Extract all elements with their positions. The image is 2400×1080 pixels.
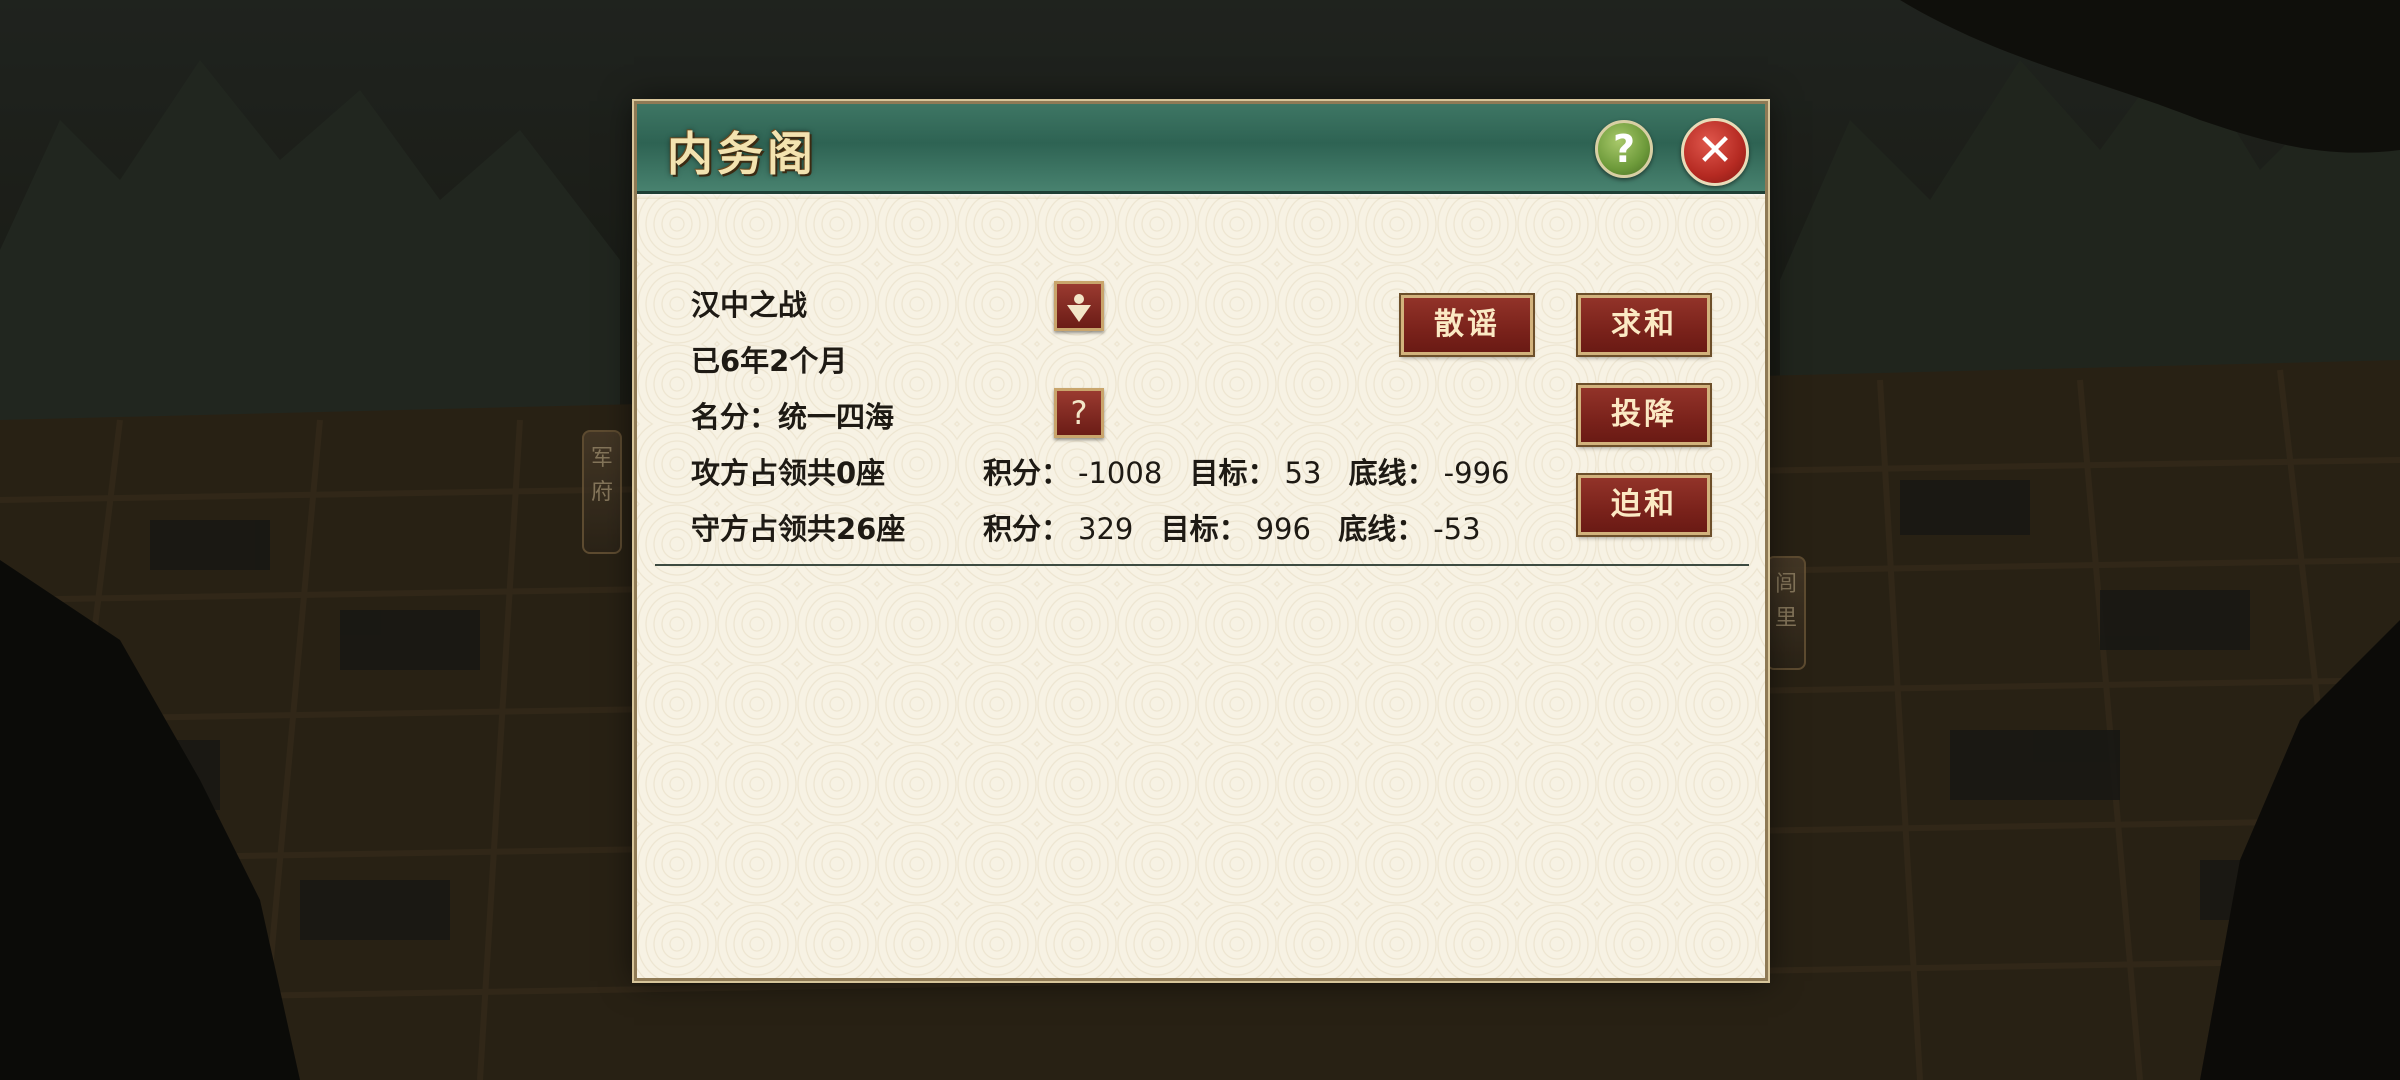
- force-peace-button[interactable]: 迫和: [1576, 473, 1712, 537]
- peace-button[interactable]: 求和: [1576, 293, 1712, 357]
- defender-score: 329: [1078, 512, 1134, 546]
- rumor-button[interactable]: 散谣: [1399, 293, 1535, 357]
- attacker-floor: -996: [1443, 456, 1510, 490]
- battle-dropdown-button[interactable]: [1054, 281, 1104, 331]
- defender-stats: 积分： 329 目标： 996 底线： -53: [983, 506, 1499, 548]
- attacker-target-label: 目标：: [1189, 456, 1277, 490]
- defender-floor-label: 底线：: [1338, 512, 1426, 546]
- content-divider: [655, 564, 1749, 566]
- attacker-floor-label: 底线：: [1348, 456, 1436, 490]
- help-button[interactable]: ?: [1595, 120, 1653, 178]
- battle-duration: 已6年2个月: [691, 344, 848, 378]
- defender-occupy: 守方占领共26座: [691, 512, 906, 546]
- defender-target-label: 目标：: [1160, 512, 1248, 546]
- side-tab-neighborhood[interactable]: 闾里: [1766, 556, 1806, 670]
- defender-floor: -53: [1433, 512, 1481, 546]
- attacker-target: 53: [1284, 456, 1322, 490]
- attacker-score: -1008: [1078, 456, 1163, 490]
- attacker-stats: 积分： -1008 目标： 53 底线： -996: [983, 450, 1528, 492]
- title-info-button[interactable]: ?: [1054, 388, 1104, 438]
- attacker-score-label: 积分：: [983, 456, 1071, 490]
- attacker-occupy: 攻方占领共0座: [691, 456, 886, 490]
- internal-affairs-dialog: 内务阁 ? ✕ 汉中之战 已6年2个月 名分：统一四海 ? 攻方占领共0座 积分…: [632, 99, 1770, 983]
- defender-target: 996: [1255, 512, 1311, 546]
- side-tab-military[interactable]: 军府: [582, 430, 622, 554]
- surrender-button[interactable]: 投降: [1576, 383, 1712, 447]
- dropdown-arrow-icon: [1067, 294, 1091, 322]
- close-button[interactable]: ✕: [1681, 118, 1749, 186]
- battle-title-line: 名分：统一四海: [691, 400, 895, 434]
- dialog-header: 内务阁 ? ✕: [637, 104, 1765, 199]
- defender-score-label: 积分：: [983, 512, 1071, 546]
- battle-name: 汉中之战: [691, 288, 808, 322]
- dialog-title: 内务阁: [667, 127, 817, 181]
